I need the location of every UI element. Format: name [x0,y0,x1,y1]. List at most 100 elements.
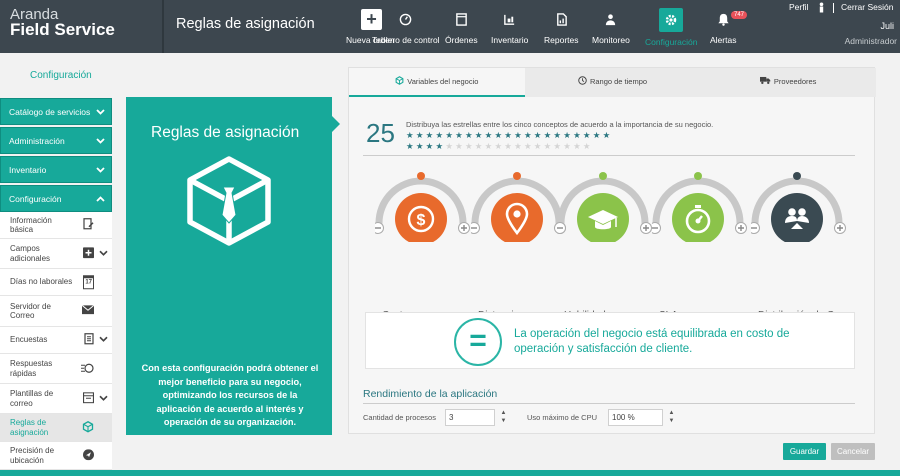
minus-icon[interactable] [652,222,661,234]
sidebar-item-non-working-days[interactable]: Días no laborales 17 [0,269,112,296]
chevron-down-icon[interactable] [99,249,108,259]
alert-count-badge: 747 [731,11,748,19]
clock-icon [578,76,587,85]
star-icon: ★ [504,141,515,151]
tab-bar: Variables del negocio Rango de tiempo Pr… [349,68,876,97]
sidebar-section-configuration[interactable]: Configuración [0,185,112,212]
chevron-up-icon [96,186,105,213]
sidebar-item-additional-fields[interactable]: Campos adicionales [0,239,112,269]
app-logo[interactable]: Aranda Field Service [10,7,115,38]
minus-icon[interactable] [751,222,760,234]
quick-reply-icon [81,362,94,376]
gauge-knob[interactable] [599,172,607,180]
sidebar-item-label: Servidor de Correo [10,301,51,321]
star-icon: ★ [553,141,564,151]
stepper-up-icon[interactable]: ▲ [669,410,675,416]
nav-alerts[interactable]: Alertas [710,0,736,53]
cpu-usage-input[interactable]: 100 % [608,409,663,426]
sidebar-item-label: Información básica [10,215,52,235]
header-divider [162,0,164,53]
star-icon: ★ [425,130,436,140]
plus-icon[interactable] [458,222,470,234]
nav-label: Inventario [491,35,529,45]
plus-square-icon [83,246,94,261]
plus-icon[interactable] [640,222,652,234]
sidebar-section-administration[interactable]: Administración [0,127,112,154]
star-icon: ★ [592,130,603,140]
star-icon: ★ [435,141,446,151]
sidebar-section-catalog[interactable]: Catálogo de servicios [0,98,112,125]
divider [363,403,855,404]
gauge-knob[interactable] [793,172,801,180]
nav-orders[interactable]: Órdenes [445,0,478,53]
sidebar-item-quick-replies[interactable]: Respuestas rápidas [0,354,112,384]
orders-icon [450,8,472,30]
nav-monitor[interactable]: Monitoreo [592,0,630,53]
nav-inventory[interactable]: Inventario [491,0,528,53]
stepper-up-icon[interactable]: ▲ [501,410,507,416]
sidebar-item-surveys[interactable]: Encuestas [0,327,112,354]
stepper-down-icon[interactable]: ▼ [501,418,507,424]
process-count-stepper[interactable]: ▲ ▼ [499,409,508,426]
star-icon: ★ [523,130,534,140]
svg-text:$: $ [417,212,426,229]
star-icon: ★ [573,141,583,151]
star-icon: ★ [484,130,495,140]
nav-label: Monitoreo [592,35,630,45]
document-edit-icon [83,218,94,233]
stepper-down-icon[interactable]: ▼ [669,418,675,424]
logout-link[interactable]: Cerrar Sesión [841,2,893,12]
cancel-button[interactable]: Cancelar [831,443,875,460]
gauge-knob[interactable] [513,172,521,180]
profile-link[interactable]: Perfil [789,2,808,12]
main-panel: Variables del negocio Rango de tiempo Pr… [348,67,876,434]
chevron-down-icon [96,128,105,155]
gauge-knob[interactable] [694,172,702,180]
star-icon: ★ [425,141,436,151]
sidebar-item-location-precision[interactable]: Precisión de ubicación [0,442,112,470]
chevron-down-icon[interactable] [99,394,108,404]
nav-label: Tablero de control [372,35,440,45]
sidebar-item-basic-info[interactable]: Información básica [0,212,112,239]
minus-icon[interactable] [471,222,480,234]
nav-dashboard[interactable]: Tablero de control [372,0,440,53]
minus-icon[interactable] [557,222,566,234]
sidebar-title: Configuración [30,70,92,81]
tab-label: Variables del negocio [407,77,479,86]
star-icon: ★ [514,141,524,151]
equals-icon: = [454,318,502,366]
card-description: Con esta configuración podrá obtener el … [141,363,319,427]
nav-reports[interactable]: Reportes [544,0,579,53]
gauge-knob[interactable] [417,172,425,180]
page-title: Reglas de asignación [176,16,315,32]
sidebar-item-mail-server[interactable]: Servidor de Correo [0,296,112,327]
nav-configuration[interactable]: Configuración [645,0,697,53]
tab-time-range[interactable]: Rango de tiempo [525,68,701,97]
total-stars-count: 25 [366,118,395,148]
people-icon-circle [771,193,823,242]
star-icon: ★ [514,130,524,140]
stopwatch-icon-circle [672,193,724,242]
sidebar-item-mail-templates[interactable]: Plantillas de correo [0,384,112,414]
cpu-usage-stepper[interactable]: ▲ ▼ [667,409,676,426]
save-button[interactable]: Guardar [783,443,826,460]
section-label: Inventario [9,165,47,175]
criterion-gauge: $ [375,172,470,242]
star-icon: ★ [455,130,465,140]
tab-business-variables[interactable]: Variables del negocio [349,68,525,97]
nav-label: Configuración [645,37,698,47]
sidebar-item-assignment-rules[interactable]: Reglas de asignación [0,414,112,442]
star-icon: ★ [504,130,515,140]
plus-icon[interactable] [834,222,846,234]
cube-icon [395,76,404,85]
tab-providers[interactable]: Proveedores [700,68,876,97]
star-icon: ★ [543,130,554,140]
process-count-input[interactable]: 3 [445,409,495,426]
minus-icon[interactable] [375,222,384,234]
distribution-instruction: Distribuya las estrellas entre los cinco… [406,120,714,129]
star-icon: ★ [494,130,505,140]
chevron-down-icon[interactable] [99,335,108,345]
sidebar-section-inventory[interactable]: Inventario [0,156,112,183]
monitor-icon [600,8,622,30]
plus-icon[interactable] [735,222,747,234]
